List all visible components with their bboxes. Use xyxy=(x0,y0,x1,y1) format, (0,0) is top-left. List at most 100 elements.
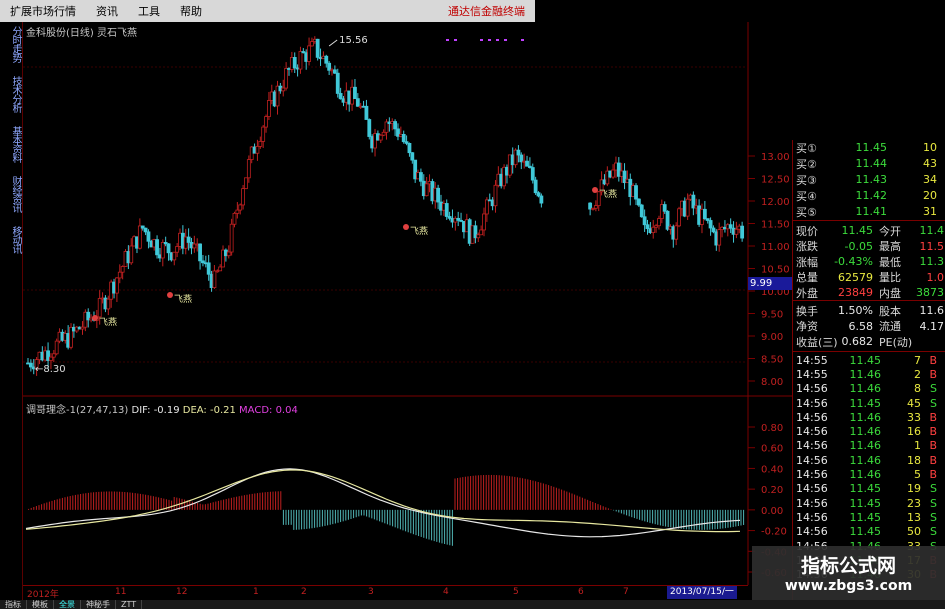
stat-row: 涨跌 -0.05 最高 11.5 xyxy=(793,239,945,254)
marker-dot xyxy=(454,39,457,41)
tick-direction: B xyxy=(929,353,937,367)
tick-volume: 50 xyxy=(907,525,921,539)
candle-body xyxy=(419,172,423,182)
stat-label: 今开 xyxy=(879,224,901,238)
menu-expand-market[interactable]: 扩展市场行情 xyxy=(0,3,86,19)
tick-direction: B xyxy=(929,453,937,467)
candle-body xyxy=(444,203,449,217)
candle-body xyxy=(235,209,240,214)
candle-body xyxy=(493,184,498,207)
macd-axis-label: 0.20 xyxy=(761,485,783,496)
price-axis-label: 12.50 xyxy=(761,175,790,186)
stat-row: 外盘 23849 内盘 3873 xyxy=(793,285,945,300)
signal-label: 飞燕 xyxy=(599,188,617,200)
tab-technical[interactable]: 技术分析 xyxy=(2,76,21,112)
menu-news[interactable]: 资讯 xyxy=(86,3,128,19)
stat-label: 量比 xyxy=(879,271,901,284)
stat-label: 现价 xyxy=(796,224,818,238)
candle-body xyxy=(662,204,667,212)
menu-tools[interactable]: 工具 xyxy=(128,3,170,19)
tick-time: 14:56 xyxy=(796,425,828,439)
marker-dot xyxy=(480,39,483,41)
candle-body xyxy=(536,192,541,197)
candle-body xyxy=(160,242,165,259)
tab-mobile[interactable]: 移动讯 xyxy=(2,226,21,253)
candle-body xyxy=(645,224,650,230)
tick-volume: 13 xyxy=(907,510,921,524)
app-brand: 通达信金融终端 xyxy=(448,5,525,18)
candle-body xyxy=(241,188,246,206)
tick-direction: S xyxy=(930,496,937,510)
tick-row: 14:56 11.45 50 S xyxy=(793,525,945,539)
candle-body xyxy=(120,266,125,273)
candle-body xyxy=(353,86,357,100)
candle-body xyxy=(172,251,177,261)
bid-volume: 43 xyxy=(923,157,937,170)
bid-row[interactable]: 买⑤ 11.41 31 xyxy=(793,204,945,219)
candle-body xyxy=(264,116,268,128)
stat-value: 0.682 xyxy=(841,335,874,348)
candle-body xyxy=(226,251,231,257)
candle-body xyxy=(634,185,638,200)
tick-direction: S xyxy=(930,382,937,396)
watermark-url: www.zbgs3.com xyxy=(784,578,913,594)
candle-body xyxy=(740,225,745,239)
bid-volume: 20 xyxy=(923,189,937,202)
tab-template[interactable]: 模板 xyxy=(27,600,54,609)
stat-value: 23849 xyxy=(838,286,873,299)
bid-price: 11.44 xyxy=(855,157,888,170)
stat-value: 11.4 xyxy=(919,224,945,237)
candle-body xyxy=(516,149,521,156)
tick-price: 11.45 xyxy=(849,510,882,524)
tab-finance-news[interactable]: 财经资讯 xyxy=(2,176,21,212)
candle-body xyxy=(484,199,489,215)
tab-ztt[interactable]: ZTT xyxy=(116,600,143,609)
price-chart[interactable]: 0.800.600.400.200.00-0.20-0.40-0.60 13.0… xyxy=(23,22,792,585)
stat-value: -0.05 xyxy=(844,239,873,253)
tab-fundamentals[interactable]: 基本资料 xyxy=(2,126,21,162)
signal-dot xyxy=(592,187,598,193)
stat-label: 涨跌 xyxy=(796,240,818,253)
bid-row[interactable]: 买④ 11.42 20 xyxy=(793,188,945,203)
tick-direction: B xyxy=(929,410,937,424)
candle-body xyxy=(338,93,343,100)
candle-body xyxy=(327,62,332,71)
bid-volume: 10 xyxy=(923,141,937,154)
price-axis-label: 11.50 xyxy=(761,220,790,231)
month-label: 11 xyxy=(115,587,127,597)
stat-label: 最低 xyxy=(879,255,901,269)
macd-axis-label: 0.60 xyxy=(761,444,783,455)
tick-volume: 16 xyxy=(907,425,921,439)
candle-body xyxy=(186,236,191,243)
stat-value: 62579 xyxy=(838,270,873,284)
candle-body xyxy=(106,298,111,310)
tick-direction: S xyxy=(930,482,937,496)
marker-dot xyxy=(521,39,524,41)
tick-volume: 5 xyxy=(914,468,921,482)
tab-intraday[interactable]: 分时走势 xyxy=(2,26,21,62)
tick-volume: 18 xyxy=(907,453,921,467)
candle-body xyxy=(355,98,360,107)
candle-body xyxy=(717,229,722,246)
candle-body xyxy=(232,212,237,225)
price-axis-label: 9.00 xyxy=(761,332,783,343)
stat-label: 最高 xyxy=(879,240,901,253)
tick-time: 14:56 xyxy=(796,453,828,467)
macd-name: 调哥理念-1 xyxy=(26,405,76,416)
tab-indicator[interactable]: 指标 xyxy=(0,600,27,609)
candle-body xyxy=(238,204,243,211)
bid-row[interactable]: 买③ 11.43 34 xyxy=(793,172,945,187)
tab-panorama[interactable]: 全景 xyxy=(54,600,81,609)
price-axis-label: 10.50 xyxy=(761,265,790,276)
bid-label: 买④ xyxy=(796,189,817,203)
tick-time: 14:56 xyxy=(796,468,828,482)
bid-row[interactable]: 买② 11.44 43 xyxy=(793,156,945,171)
bid-row[interactable]: 买① 11.45 10 xyxy=(793,140,945,155)
candle-body xyxy=(424,183,429,197)
tick-row: 14:56 11.45 45 S xyxy=(793,396,945,410)
tick-row: 14:55 11.45 7 B xyxy=(793,353,945,367)
menu-help[interactable]: 帮助 xyxy=(170,3,212,19)
tab-mystic[interactable]: 神秘手 xyxy=(81,600,116,609)
candle-body xyxy=(117,271,122,279)
candle-body xyxy=(315,38,320,58)
